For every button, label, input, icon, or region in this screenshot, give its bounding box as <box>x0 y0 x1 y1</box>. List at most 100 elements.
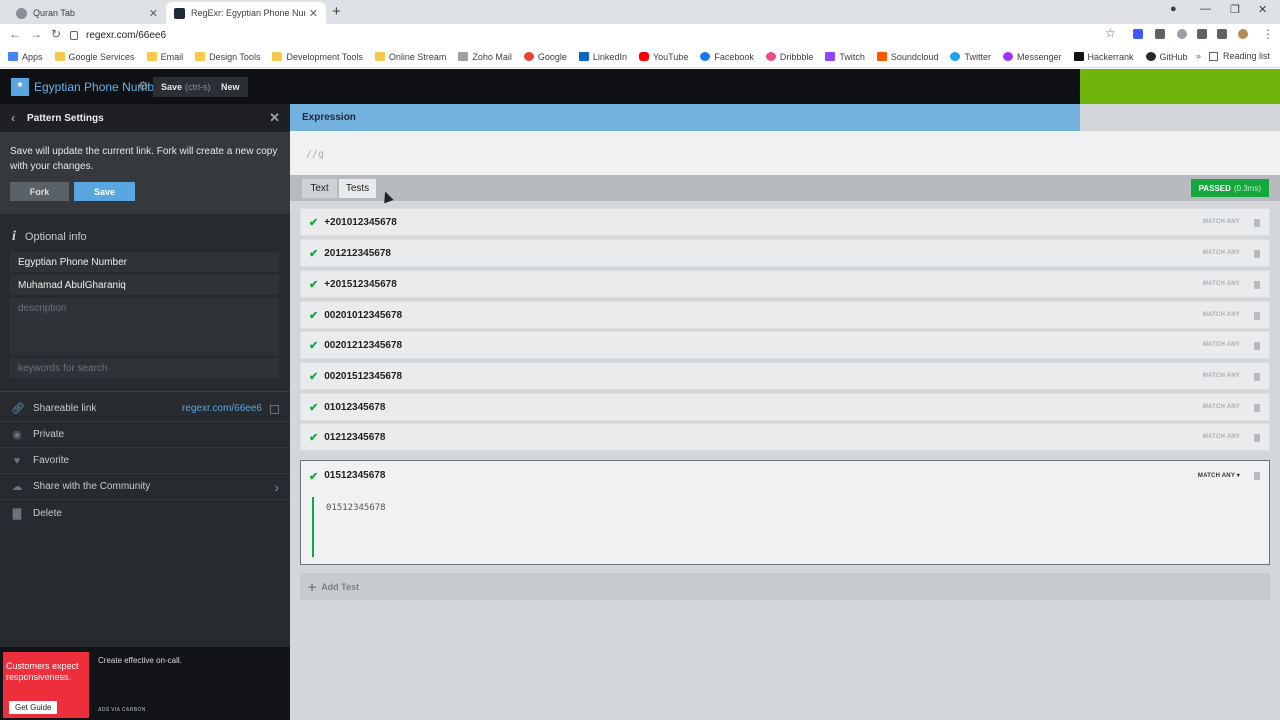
trash-icon[interactable] <box>1254 373 1260 381</box>
browser-tab-regexr[interactable]: RegExr: Egyptian Phone Number ✕ <box>166 2 326 24</box>
test-text-editor[interactable]: 01512345678 <box>312 497 1258 557</box>
address-bar[interactable]: regexr.com/66ee6 <box>70 26 1120 44</box>
carbon-ad[interactable]: Customers expect responsiveness. Get Gui… <box>0 647 290 720</box>
name-field[interactable]: Egyptian Phone Number <box>10 252 279 272</box>
media-icon[interactable] <box>1217 29 1227 39</box>
test-row-active[interactable]: ✔ 01512345678 MATCH ANY ▾ 01512345678 <box>300 460 1270 565</box>
bookmark-hackerrank[interactable]: Hackerrank <box>1073 52 1134 62</box>
bookmark-google-services[interactable]: Google Services <box>54 52 135 62</box>
test-row[interactable]: ✔ 00201212345678 MATCH ANY <box>300 331 1270 359</box>
restore-icon[interactable]: ❐ <box>1230 3 1240 16</box>
reload-icon[interactable]: ↻ <box>51 27 61 41</box>
bookmark-facebook[interactable]: Facebook <box>700 52 754 62</box>
bookmark-development-tools[interactable]: Development Tools <box>272 52 363 62</box>
share-community[interactable]: ☁ Share with the Community › <box>0 474 290 500</box>
puzzle-icon[interactable] <box>1197 29 1207 39</box>
chevron-double-right-icon[interactable]: » <box>1196 51 1201 61</box>
bookmark-messenger[interactable]: Messenger <box>1002 52 1062 62</box>
tab-tests[interactable]: Tests <box>339 179 376 198</box>
browser-tab-quran[interactable]: Quran Tab ✕ <box>8 2 166 24</box>
bookmark-twitch[interactable]: Twitch <box>825 52 865 62</box>
reading-list[interactable]: » Reading list <box>1196 51 1270 61</box>
avatar[interactable] <box>1238 29 1248 39</box>
dribbble-icon <box>765 52 776 61</box>
close-icon[interactable]: ✕ <box>269 110 280 126</box>
match-any-dropdown[interactable]: MATCH ANY <box>1203 404 1240 410</box>
ad-text[interactable]: Create effective on-call. <box>98 656 182 665</box>
shareable-url[interactable]: regexr.com/66ee6 <box>182 403 262 414</box>
window-close-icon[interactable]: ✕ <box>1258 3 1267 16</box>
keywords-field[interactable]: keywords for search <box>10 358 279 378</box>
trash-icon[interactable] <box>1254 281 1260 289</box>
match-any-dropdown[interactable]: MATCH ANY <box>1203 373 1240 379</box>
test-row[interactable]: ✔ +201012345678 MATCH ANY <box>300 208 1270 236</box>
test-row[interactable]: ✔ +201512345678 MATCH ANY <box>300 270 1270 298</box>
bookmark-twitter[interactable]: Twitter <box>950 52 991 62</box>
profile-menu-icon[interactable]: ● <box>1170 3 1177 15</box>
author-field[interactable]: Muhamad AbulGharaniq <box>10 275 279 295</box>
test-row[interactable]: ✔ 00201512345678 MATCH ANY <box>300 362 1270 390</box>
match-any-dropdown[interactable]: MATCH ANY <box>1203 281 1240 287</box>
match-any-dropdown[interactable]: MATCH ANY <box>1203 342 1240 348</box>
copy-icon[interactable] <box>270 405 279 414</box>
bookmark-linkedin[interactable]: LinkedIn <box>578 52 627 62</box>
close-icon[interactable]: ✕ <box>149 7 158 20</box>
shareable-link[interactable]: 🔗︎ Shareable link regexr.com/66ee6 <box>0 396 290 422</box>
private-toggle[interactable]: ◉ Private <box>0 422 290 448</box>
fork-button[interactable]: Fork <box>10 182 69 201</box>
gear-icon[interactable]: ⚙ <box>138 79 149 93</box>
test-row[interactable]: ✔ 01212345678 MATCH ANY <box>300 423 1270 451</box>
get-guide-button[interactable]: Get Guide <box>9 701 58 714</box>
add-test-button[interactable]: + Add Test <box>300 573 1270 600</box>
star-icon[interactable]: ☆ <box>1105 26 1116 40</box>
bookmark-email[interactable]: Email <box>146 52 183 62</box>
trash-icon[interactable] <box>1254 312 1260 320</box>
back-icon[interactable]: ← <box>9 27 21 41</box>
match-any-dropdown[interactable]: MATCH ANY <box>1203 219 1240 225</box>
close-icon[interactable]: ✕ <box>309 7 318 20</box>
bookmark-google[interactable]: Google <box>523 52 567 62</box>
save-button[interactable]: Save (ctrl-s) <box>153 77 219 97</box>
match-any-dropdown[interactable]: MATCH ANY <box>1203 434 1240 440</box>
match-any-dropdown[interactable]: MATCH ANY <box>1203 312 1240 318</box>
extension-icon[interactable] <box>1133 29 1143 39</box>
forward-icon[interactable]: → <box>30 27 42 41</box>
tab-text[interactable]: Text <box>302 179 337 198</box>
ad-attribution[interactable]: ADS VIA CARBON <box>98 707 146 713</box>
favorite-toggle[interactable]: ♥ Favorite <box>0 448 290 474</box>
bookmark-soundcloud[interactable]: Soundcloud <box>876 52 938 62</box>
regexr-logo-icon[interactable]: * <box>11 78 29 96</box>
test-row[interactable]: ✔ 201212345678 MATCH ANY <box>300 239 1270 267</box>
chevron-left-icon[interactable]: ‹ <box>11 111 15 125</box>
description-field[interactable]: description <box>10 298 279 355</box>
bookmark-github[interactable]: GitHub <box>1145 52 1188 62</box>
extension-icon[interactable] <box>1155 29 1165 39</box>
more-icon[interactable]: ⋮ <box>1262 27 1274 41</box>
bookmark-apps[interactable]: Apps <box>8 52 43 62</box>
ad-image[interactable]: Customers expect responsiveness. Get Gui… <box>3 652 89 718</box>
test-row[interactable]: ✔ 01012345678 MATCH ANY <box>300 393 1270 421</box>
bookmark-dribbble[interactable]: Dribbble <box>765 52 813 62</box>
trash-icon[interactable] <box>1254 219 1260 227</box>
trash-icon[interactable] <box>1254 250 1260 258</box>
extension-icon[interactable] <box>1177 29 1187 39</box>
new-button[interactable]: New <box>213 77 248 97</box>
trash-icon[interactable] <box>1254 404 1260 412</box>
new-tab-icon[interactable]: + <box>332 3 341 20</box>
test-row[interactable]: ✔ 00201012345678 MATCH ANY <box>300 301 1270 329</box>
save-notice: Save will update the current link. Fork … <box>0 132 290 214</box>
bookmark-design-tools[interactable]: Design Tools <box>195 52 260 62</box>
trash-icon[interactable] <box>1254 472 1260 480</box>
bookmark-youtube[interactable]: YouTube <box>638 52 688 62</box>
regexr-icon <box>174 7 185 19</box>
bookmark-online-stream[interactable]: Online Stream <box>374 52 446 62</box>
trash-icon[interactable] <box>1254 342 1260 350</box>
save-button[interactable]: Save <box>74 182 135 201</box>
delete-pattern[interactable]: ▇ Delete <box>0 500 290 526</box>
match-any-dropdown[interactable]: MATCH ANY ▾ <box>1198 472 1240 479</box>
match-any-dropdown[interactable]: MATCH ANY <box>1203 250 1240 256</box>
expression-editor[interactable]: //g <box>290 131 1280 175</box>
trash-icon[interactable] <box>1254 434 1260 442</box>
bookmark-zoho-mail[interactable]: Zoho Mail <box>458 52 512 62</box>
minimize-icon[interactable]: — <box>1200 3 1211 15</box>
